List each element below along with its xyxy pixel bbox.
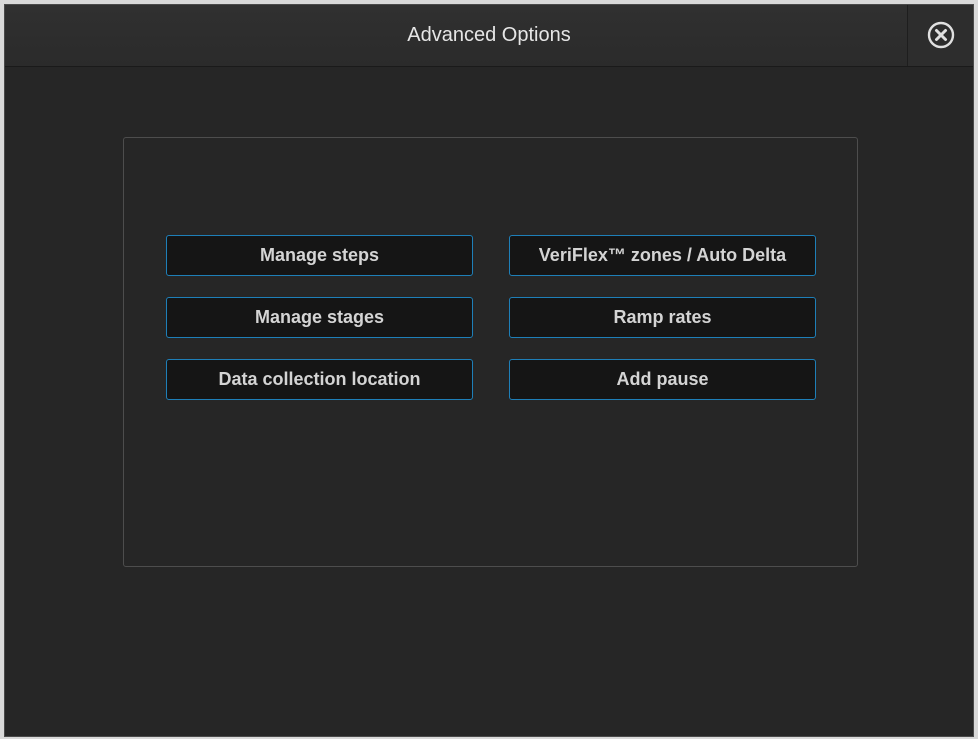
manage-steps-button[interactable]: Manage steps [166,235,473,276]
options-panel: Manage steps VeriFlex™ zones / Auto Delt… [123,137,858,567]
ramp-rates-button[interactable]: Ramp rates [509,297,816,338]
manage-stages-button[interactable]: Manage stages [166,297,473,338]
data-collection-location-button[interactable]: Data collection location [166,359,473,400]
add-pause-button[interactable]: Add pause [509,359,816,400]
advanced-options-dialog: Advanced Options Manage steps VeriFlex™ … [4,4,974,737]
close-icon [927,21,955,49]
veriflex-zones-button[interactable]: VeriFlex™ zones / Auto Delta [509,235,816,276]
dialog-title: Advanced Options [407,24,571,46]
dialog-titlebar: Advanced Options [5,5,973,67]
close-button[interactable] [907,5,973,66]
